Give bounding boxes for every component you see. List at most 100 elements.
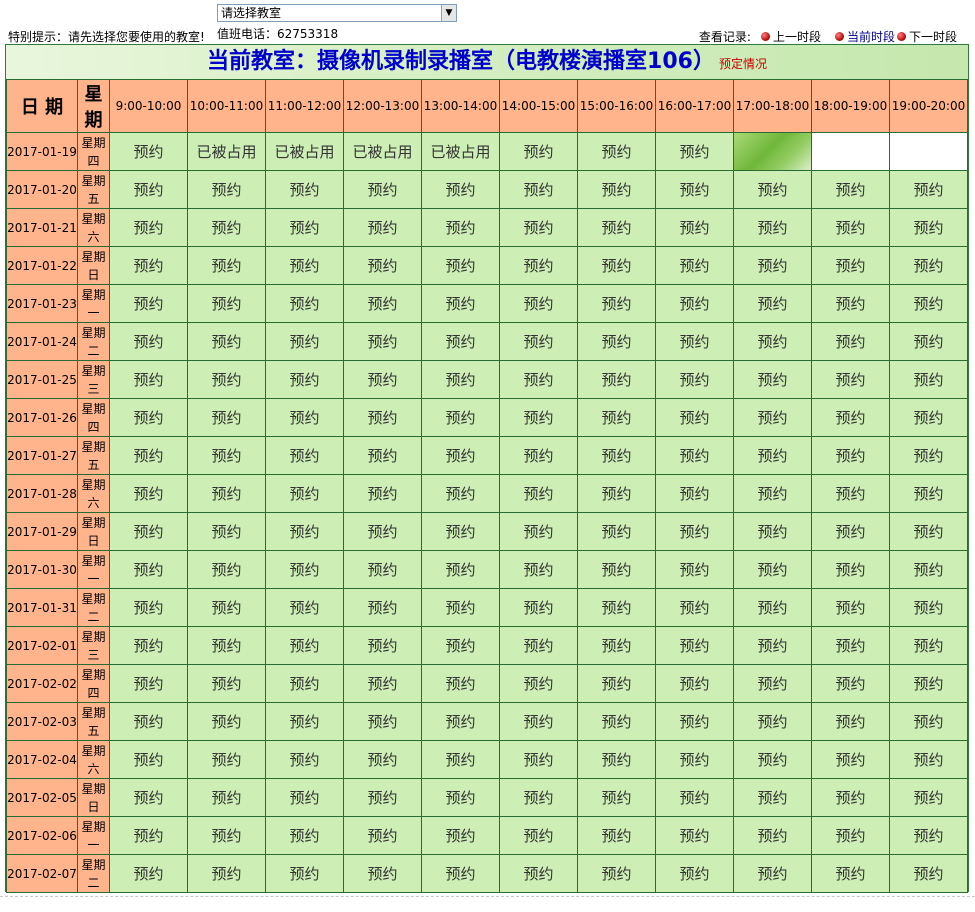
slot-book-link[interactable]: 预约: [812, 665, 889, 702]
slot-book-link[interactable]: 预约: [734, 627, 811, 664]
slot-book-link[interactable]: 预约: [188, 171, 265, 208]
slot-book-link[interactable]: 预约: [344, 741, 421, 778]
slot-book-link[interactable]: 预约: [890, 551, 967, 588]
slot-book-link[interactable]: 预约: [890, 437, 967, 474]
slot-book-link[interactable]: 预约: [110, 589, 187, 626]
slot-book-link[interactable]: 预约: [266, 475, 343, 512]
slot-book-link[interactable]: 预约: [110, 285, 187, 322]
slot-book-link[interactable]: 预约: [344, 247, 421, 284]
slot-book-link[interactable]: 预约: [656, 285, 733, 322]
slot-book-link[interactable]: 预约: [656, 361, 733, 398]
slot-book-link[interactable]: 预约: [188, 665, 265, 702]
slot-book-link[interactable]: 预约: [422, 513, 499, 550]
slot-book-link[interactable]: 预约: [500, 209, 577, 246]
slot-book-link[interactable]: 预约: [890, 703, 967, 740]
slot-book-link[interactable]: 预约: [188, 703, 265, 740]
slot-book-link[interactable]: 预约: [812, 285, 889, 322]
slot-book-link[interactable]: 预约: [734, 399, 811, 436]
slot-book-link[interactable]: 预约: [734, 247, 811, 284]
slot-book-link[interactable]: 预约: [422, 551, 499, 588]
slot-book-link[interactable]: 预约: [734, 209, 811, 246]
slot-book-link[interactable]: 预约: [110, 551, 187, 588]
next-period-link[interactable]: 下一时段: [896, 28, 957, 45]
slot-book-link[interactable]: 预约: [422, 209, 499, 246]
slot-book-link[interactable]: 预约: [344, 703, 421, 740]
slot-book-link[interactable]: 预约: [890, 323, 967, 360]
slot-book-link[interactable]: 预约: [578, 323, 655, 360]
slot-book-link[interactable]: 预约: [188, 513, 265, 550]
slot-book-link[interactable]: 预约: [422, 855, 499, 892]
slot-book-link[interactable]: 预约: [110, 437, 187, 474]
slot-book-link[interactable]: 预约: [734, 171, 811, 208]
slot-book-link[interactable]: 预约: [266, 817, 343, 854]
slot-book-link[interactable]: 预约: [500, 741, 577, 778]
slot-book-link[interactable]: 预约: [188, 247, 265, 284]
slot-book-link[interactable]: 预约: [500, 475, 577, 512]
slot-book-link[interactable]: 预约: [110, 627, 187, 664]
slot-book-link[interactable]: 预约: [188, 855, 265, 892]
slot-book-link[interactable]: 预约: [656, 323, 733, 360]
slot-book-link[interactable]: 预约: [188, 323, 265, 360]
slot-book-link[interactable]: 预约: [890, 209, 967, 246]
prev-period-link[interactable]: 上一时段: [760, 28, 821, 45]
slot-book-link[interactable]: 预约: [188, 437, 265, 474]
slot-book-link[interactable]: 预约: [500, 551, 577, 588]
slot-book-link[interactable]: 预约: [578, 627, 655, 664]
slot-book-link[interactable]: 预约: [500, 513, 577, 550]
slot-book-link[interactable]: 预约: [890, 361, 967, 398]
slot-book-link[interactable]: 预约: [578, 855, 655, 892]
slot-book-link[interactable]: 预约: [812, 513, 889, 550]
slot-book-link[interactable]: 预约: [812, 247, 889, 284]
slot-book-link[interactable]: 预约: [812, 589, 889, 626]
slot-book-link[interactable]: 预约: [110, 513, 187, 550]
slot-book-link[interactable]: 预约: [422, 323, 499, 360]
slot-book-link[interactable]: 预约: [344, 209, 421, 246]
slot-book-link[interactable]: 预约: [578, 399, 655, 436]
slot-book-link[interactable]: 预约: [266, 703, 343, 740]
slot-book-link[interactable]: 预约: [890, 285, 967, 322]
slot-book-link[interactable]: 预约: [656, 779, 733, 816]
slot-book-link[interactable]: 预约: [422, 361, 499, 398]
slot-book-link[interactable]: 预约: [656, 437, 733, 474]
slot-book-link[interactable]: 预约: [344, 437, 421, 474]
slot-book-link[interactable]: 预约: [812, 703, 889, 740]
slot-book-link[interactable]: 预约: [578, 475, 655, 512]
slot-book-link[interactable]: 预约: [422, 589, 499, 626]
slot-book-link[interactable]: 预约: [422, 627, 499, 664]
slot-book-link[interactable]: 预约: [422, 741, 499, 778]
slot-book-link[interactable]: 预约: [344, 779, 421, 816]
slot-book-link[interactable]: 预约: [344, 513, 421, 550]
slot-book-link[interactable]: 预约: [578, 247, 655, 284]
slot-book-link[interactable]: 预约: [266, 323, 343, 360]
slot-book-link[interactable]: 预约: [734, 855, 811, 892]
slot-book-link[interactable]: 预约: [188, 475, 265, 512]
slot-book-link[interactable]: 预约: [110, 323, 187, 360]
slot-book-link[interactable]: 预约: [656, 817, 733, 854]
classroom-select[interactable]: 请选择教室 ▼: [217, 4, 457, 22]
slot-book-link[interactable]: 预约: [812, 209, 889, 246]
slot-book-link[interactable]: 预约: [734, 551, 811, 588]
slot-book-link[interactable]: 预约: [812, 627, 889, 664]
slot-book-link[interactable]: 预约: [266, 247, 343, 284]
slot-book-link[interactable]: 预约: [812, 437, 889, 474]
slot-book-link[interactable]: 预约: [266, 551, 343, 588]
slot-book-link[interactable]: 预约: [734, 741, 811, 778]
current-period-link[interactable]: 当前时段: [834, 28, 895, 45]
slot-book-link[interactable]: 预约: [266, 741, 343, 778]
slot-book-link[interactable]: 预约: [656, 475, 733, 512]
slot-book-link[interactable]: 预约: [890, 741, 967, 778]
slot-book-link[interactable]: 预约: [890, 779, 967, 816]
slot-book-link[interactable]: 预约: [344, 855, 421, 892]
slot-book-link[interactable]: 预约: [578, 285, 655, 322]
slot-book-link[interactable]: 预约: [422, 475, 499, 512]
slot-book-link[interactable]: 预约: [110, 855, 187, 892]
slot-book-link[interactable]: 预约: [578, 437, 655, 474]
slot-book-link[interactable]: 预约: [656, 665, 733, 702]
slot-book-link[interactable]: 预约: [422, 171, 499, 208]
slot-book-link[interactable]: 预约: [578, 513, 655, 550]
slot-book-link[interactable]: 预约: [344, 361, 421, 398]
slot-book-link[interactable]: 预约: [656, 247, 733, 284]
slot-book-link[interactable]: 预约: [656, 589, 733, 626]
slot-book-link[interactable]: 预约: [344, 627, 421, 664]
slot-book-link[interactable]: 预约: [734, 323, 811, 360]
